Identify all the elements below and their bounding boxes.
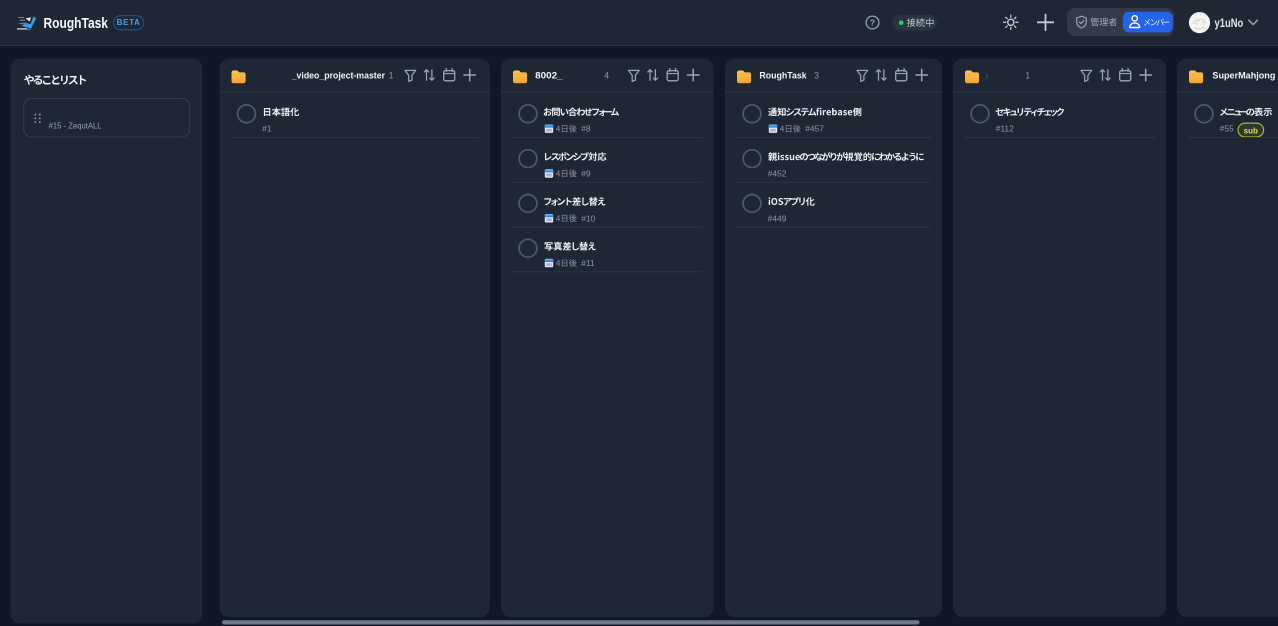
svg-text:sub: sub [1244, 127, 1258, 136]
svg-text:1: 1 [389, 70, 394, 80]
svg-text:#15 - ZequtALL: #15 - ZequtALL [49, 120, 102, 130]
svg-text:#452: #452 [768, 169, 787, 179]
svg-text:#112: #112 [996, 124, 1015, 134]
svg-text:3: 3 [814, 70, 819, 80]
svg-text:8002_: 8002_ [535, 69, 563, 80]
svg-text:#9: #9 [581, 169, 591, 179]
svg-text:#1: #1 [262, 124, 272, 134]
svg-text:4: 4 [604, 70, 609, 80]
svg-text:#457: #457 [805, 124, 824, 134]
svg-text:BETA: BETA [117, 18, 141, 27]
svg-text:_video_project-master: _video_project-master [291, 70, 386, 80]
svg-text:y1uNo: y1uNo [1215, 16, 1244, 30]
svg-text:#55: #55 [1220, 124, 1234, 134]
svg-text:1: 1 [1025, 70, 1030, 80]
svg-text:#449: #449 [768, 213, 787, 223]
svg-text:RoughTask: RoughTask [44, 16, 109, 32]
svg-text:#11: #11 [581, 258, 595, 268]
svg-text:#10: #10 [581, 213, 595, 223]
svg-text:RoughTask: RoughTask [759, 70, 807, 80]
svg-text:?: ? [870, 18, 875, 28]
svg-text:SuperMahjong: SuperMahjong [1212, 70, 1275, 80]
svg-text:#8: #8 [581, 124, 591, 134]
